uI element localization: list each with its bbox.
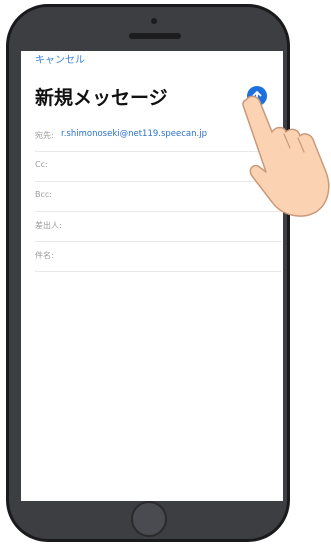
from-label: 差出人: — [35, 221, 62, 230]
front-camera — [151, 18, 157, 24]
bcc-label: Bcc: — [35, 190, 52, 199]
page-title: 新規メッセージ — [35, 87, 168, 109]
to-recipient[interactable]: r.shimonoseki@net119.speecan.jp — [61, 129, 207, 139]
cancel-button[interactable]: キャンセル — [35, 51, 85, 66]
subject-label: 件名: — [35, 251, 54, 260]
subject-field[interactable]: 件名: — [35, 241, 281, 272]
pointing-hand-icon — [242, 95, 330, 217]
to-label: 宛先: — [35, 131, 54, 140]
home-button[interactable] — [131, 501, 167, 537]
phone-frame: キャンセル 新規メッセージ 宛先: r.shimonoseki@net119.s… — [6, 4, 290, 542]
earpiece-speaker — [129, 33, 181, 39]
cc-label: Cc: — [35, 160, 48, 169]
